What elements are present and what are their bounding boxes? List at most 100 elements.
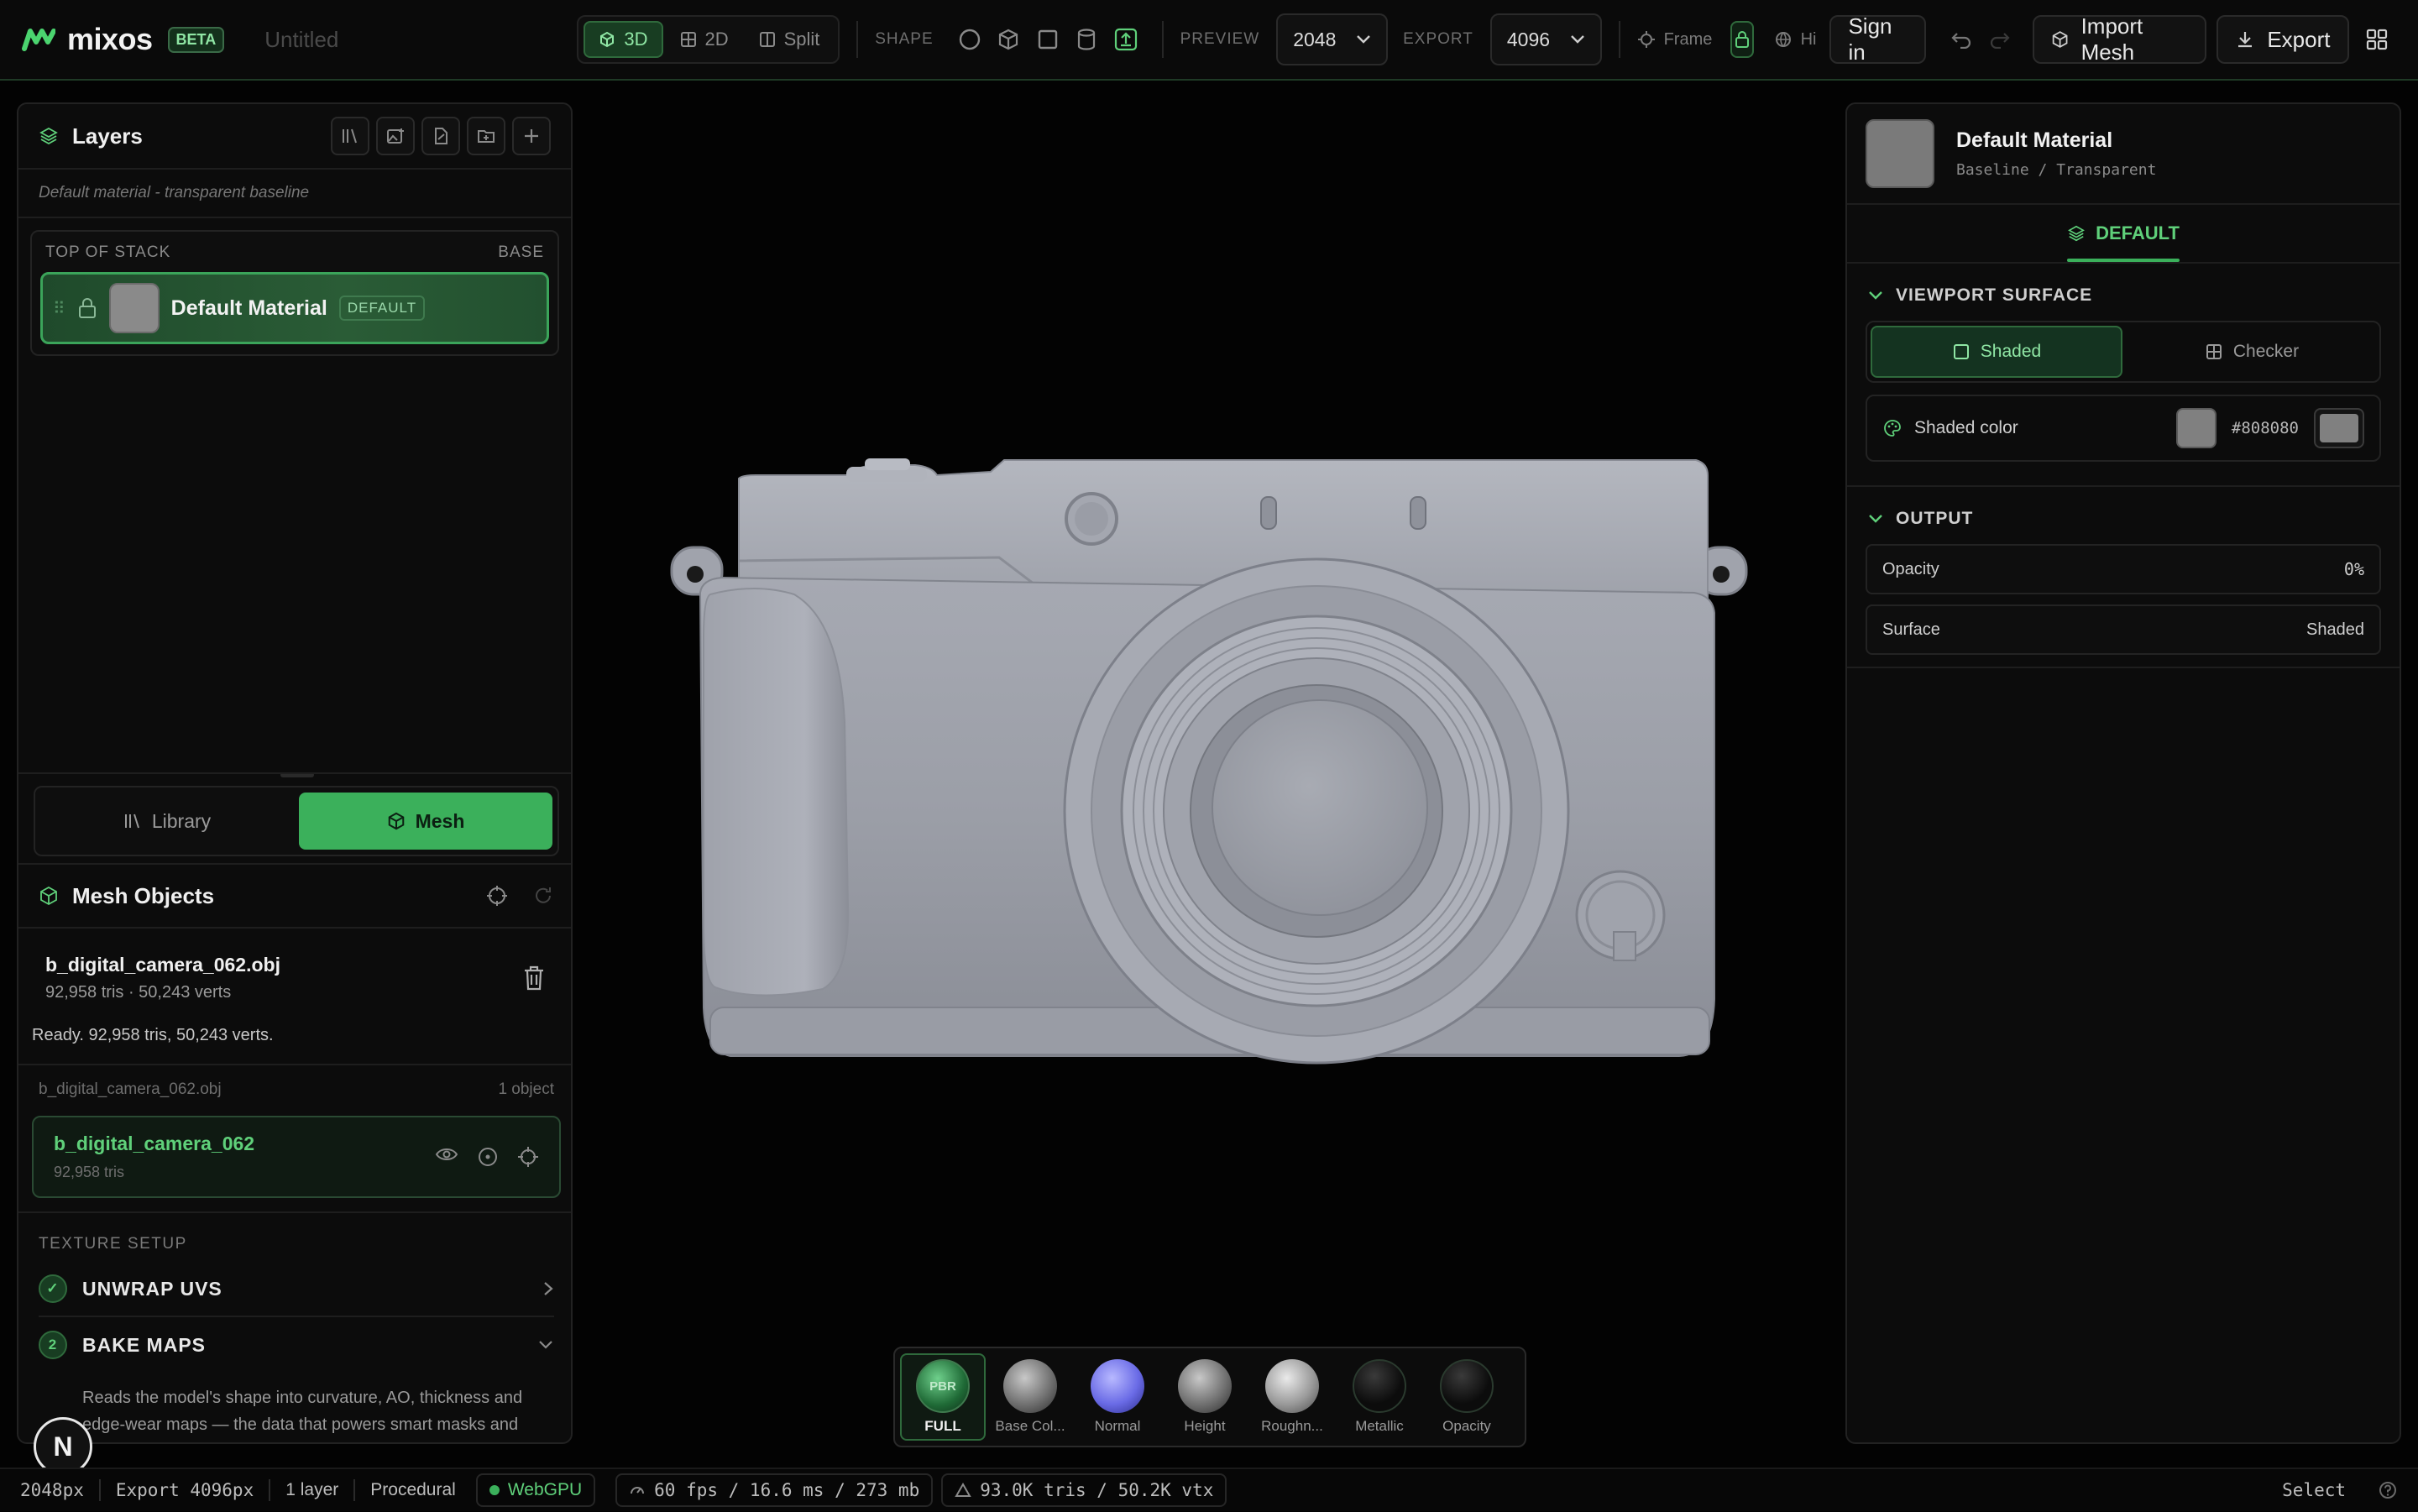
view-mode-2d-label: 2D <box>704 29 729 50</box>
stack-base-label: BASE <box>498 243 544 261</box>
step-bake-label: BAKE MAPS <box>82 1333 207 1356</box>
globe-icon <box>1775 32 1791 48</box>
chevron-right-icon <box>544 1282 553 1295</box>
status-mode: Procedural <box>370 1480 456 1499</box>
hi-quality-button[interactable]: Hi <box>1774 30 1816 50</box>
step-unwrap-uvs[interactable]: ✓ UNWRAP UVS <box>39 1262 554 1317</box>
mesh-object-item[interactable]: b_digital_camera_062 92,958 tris <box>32 1116 561 1198</box>
channel-height[interactable]: Height <box>1162 1353 1248 1441</box>
mesh-file-meta: 92,958 tris · 50,243 verts <box>45 983 232 1002</box>
view-mode-split[interactable]: Split <box>746 21 834 58</box>
channel-full[interactable]: PBR FULL <box>900 1353 986 1441</box>
eye-icon[interactable] <box>435 1146 458 1163</box>
view-mode-split-label: Split <box>783 29 820 50</box>
step-bake-maps[interactable]: 2 BAKE MAPS <box>39 1317 554 1373</box>
shape-custom-mesh-button[interactable] <box>1106 18 1144 61</box>
redo-button[interactable] <box>1981 18 2019 61</box>
channel-metallic[interactable]: Metallic <box>1337 1353 1422 1441</box>
mesh-objects-title: Mesh Objects <box>72 882 215 908</box>
view-mode-2d[interactable]: 2D <box>667 21 742 58</box>
surface-checker-option[interactable]: Checker <box>2128 326 2376 378</box>
export-button[interactable]: Export <box>2216 15 2349 64</box>
layer-thumbnail <box>108 283 160 333</box>
color-picker-button[interactable] <box>2314 408 2364 448</box>
lock-icon[interactable] <box>77 296 97 320</box>
shape-plane-button[interactable] <box>1028 18 1067 61</box>
status-tris: 93.0K tris / 50.2K vtx <box>980 1480 1214 1500</box>
document-title[interactable]: Untitled <box>264 27 338 53</box>
library-icon <box>343 128 357 144</box>
shape-cube-button[interactable] <box>989 18 1028 61</box>
layers-title: Layers <box>72 123 143 149</box>
mixos-logo-icon <box>22 29 55 51</box>
step-unwrap-label: UNWRAP UVS <box>82 1277 222 1300</box>
material-header: Default Material Baseline / Transparent <box>1847 104 2400 205</box>
cube-icon <box>999 29 1018 50</box>
app-logo[interactable]: mixos BETA <box>22 22 225 57</box>
sign-in-button[interactable]: Sign in <box>1829 13 1927 65</box>
viewport-surface-title: VIEWPORT SURFACE <box>1896 285 2093 305</box>
trash-icon[interactable] <box>522 965 546 991</box>
channel-opacity[interactable]: Opacity <box>1424 1353 1510 1441</box>
channel-roughness[interactable]: Roughn... <box>1249 1353 1335 1441</box>
status-layers: 1 layer <box>285 1480 339 1499</box>
add-image-layer-button[interactable] <box>376 117 415 155</box>
channel-full-label: FULL <box>924 1418 961 1434</box>
material-thumbnail[interactable] <box>1866 119 1934 188</box>
pbr-ball-icon: PBR <box>916 1359 970 1413</box>
opacity-field[interactable]: Opacity 0% <box>1866 544 2381 594</box>
status-performance: 60 fps / 16.6 ms / 273 mb <box>615 1473 934 1507</box>
material-tabs: DEFAULT <box>1847 205 2400 264</box>
shape-sphere-button[interactable] <box>950 18 989 61</box>
export-res-label: EXPORT <box>1403 30 1473 48</box>
drag-handle-icon[interactable]: ⠿ <box>53 298 65 319</box>
help-icon[interactable] <box>2378 1480 2398 1500</box>
layer-name: Default Material <box>170 296 327 320</box>
redo-icon <box>1991 33 2010 49</box>
view-mode-3d[interactable]: 3D <box>584 21 663 58</box>
viewport-surface-header[interactable]: VIEWPORT SURFACE <box>1847 264 2400 321</box>
lock-toggle[interactable] <box>1730 21 1754 58</box>
preview-resolution-select[interactable]: 2048 <box>1276 13 1389 65</box>
isolate-icon[interactable] <box>477 1146 499 1168</box>
surface-checker-label: Checker <box>2232 342 2300 361</box>
shaded-color-swatch[interactable] <box>2175 408 2216 448</box>
3d-viewport[interactable] <box>579 84 1839 1461</box>
channel-base-color[interactable]: Base Col... <box>987 1353 1073 1441</box>
base-color-ball-icon <box>1003 1359 1057 1413</box>
output-header[interactable]: OUTPUT <box>1847 487 2400 544</box>
tab-default[interactable]: DEFAULT <box>2067 205 2180 262</box>
preview-resolution-value: 2048 <box>1293 28 1337 50</box>
mesh-group-count: 1 object <box>498 1080 554 1098</box>
library-button[interactable] <box>331 117 369 155</box>
library-tab[interactable]: Library <box>40 793 294 850</box>
add-folder-button[interactable] <box>467 117 505 155</box>
undo-button[interactable] <box>1941 18 1980 61</box>
layout-toggle-button[interactable] <box>2358 18 2396 61</box>
chevron-down-icon <box>1357 35 1370 44</box>
channel-normal[interactable]: Normal <box>1075 1353 1160 1441</box>
material-name: Default Material <box>1956 128 2113 152</box>
beta-badge: BETA <box>167 26 225 53</box>
add-layer-button[interactable] <box>512 117 551 155</box>
surface-field[interactable]: Surface Shaded <box>1866 604 2381 655</box>
refresh-icon[interactable] <box>532 885 554 907</box>
surface-shaded-option[interactable]: Shaded <box>1871 326 2122 378</box>
bake-maps-description: Reads the model's shape into curvature, … <box>82 1389 523 1434</box>
stack-top-label: TOP OF STACK <box>45 243 171 261</box>
crosshair-icon[interactable] <box>485 884 509 908</box>
frame-button[interactable]: Frame <box>1637 30 1712 50</box>
import-mesh-button[interactable]: Import Mesh <box>2033 13 2207 65</box>
color-picker-preview <box>2320 414 2358 442</box>
shaded-color-hex[interactable]: #808080 <box>2232 419 2299 437</box>
export-resolution-value: 4096 <box>1506 28 1551 50</box>
library-tab-label: Library <box>151 809 212 832</box>
channel-opacity-label: Opacity <box>1442 1418 1491 1434</box>
export-resolution-select[interactable]: 4096 <box>1489 13 1602 65</box>
channel-metallic-label: Metallic <box>1355 1418 1404 1434</box>
add-fill-layer-button[interactable] <box>421 117 460 155</box>
shape-cylinder-button[interactable] <box>1067 18 1106 61</box>
layer-item-default-material[interactable]: ⠿ Default Material DEFAULT <box>40 272 549 344</box>
mesh-tab[interactable]: Mesh <box>299 793 552 850</box>
crosshair-icon[interactable] <box>517 1146 539 1168</box>
